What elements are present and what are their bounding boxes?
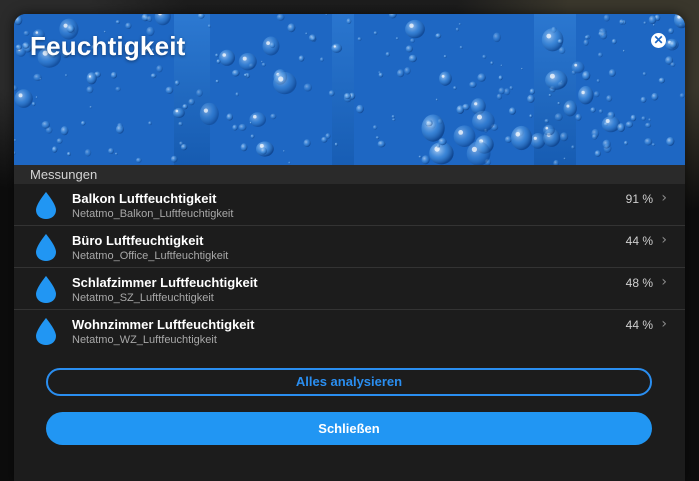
chevron-right-icon: ›: [661, 232, 667, 248]
close-icon[interactable]: ✕: [651, 33, 666, 48]
water-drop-icon: [36, 234, 56, 261]
sensor-value: 48 %: [625, 276, 653, 290]
sensor-entity-id: Netatmo_Balkon_Luftfeuchtigkeit: [72, 208, 234, 220]
sensor-name: Schlafzimmer Luftfeuchtigkeit: [72, 275, 258, 290]
sensor-name: Balkon Luftfeuchtigkeit: [72, 191, 217, 206]
sensor-row-wohnzimmer[interactable]: Wohnzimmer Luftfeuchtigkeit Netatmo_WZ_L…: [14, 310, 685, 351]
chevron-right-icon: ›: [661, 316, 667, 332]
sensor-list: Balkon Luftfeuchtigkeit Netatmo_Balkon_L…: [14, 184, 685, 351]
water-drop-icon: [36, 318, 56, 345]
sensor-value: 44 %: [625, 318, 653, 332]
sensor-value: 44 %: [625, 234, 653, 248]
sensor-row-schlafzimmer[interactable]: Schlafzimmer Luftfeuchtigkeit Netatmo_SZ…: [14, 268, 685, 310]
humidity-dialog: Feuchtigkeit ✕ Messungen Balkon Luftfeuc…: [14, 14, 685, 481]
water-drop-icon: [36, 276, 56, 303]
sensor-value: 91 %: [625, 192, 653, 206]
analyze-all-button[interactable]: Alles analysieren: [46, 368, 652, 396]
sensor-entity-id: Netatmo_Office_Luftfeuchtigkeit: [72, 250, 229, 262]
water-drop-icon: [36, 192, 56, 219]
chevron-right-icon: ›: [661, 274, 667, 290]
dialog-header: Feuchtigkeit ✕: [14, 14, 685, 165]
sensor-row-buero[interactable]: Büro Luftfeuchtigkeit Netatmo_Office_Luf…: [14, 226, 685, 268]
close-button[interactable]: Schließen: [46, 412, 652, 445]
chevron-right-icon: ›: [661, 190, 667, 206]
dialog-title: Feuchtigkeit: [30, 31, 186, 61]
sensor-entity-id: Netatmo_WZ_Luftfeuchtigkeit: [72, 334, 217, 346]
sensor-name: Büro Luftfeuchtigkeit: [72, 233, 204, 248]
section-title: Messungen: [14, 165, 685, 184]
sensor-name: Wohnzimmer Luftfeuchtigkeit: [72, 317, 255, 332]
sensor-row-balkon[interactable]: Balkon Luftfeuchtigkeit Netatmo_Balkon_L…: [14, 184, 685, 226]
sensor-entity-id: Netatmo_SZ_Luftfeuchtigkeit: [72, 292, 214, 304]
